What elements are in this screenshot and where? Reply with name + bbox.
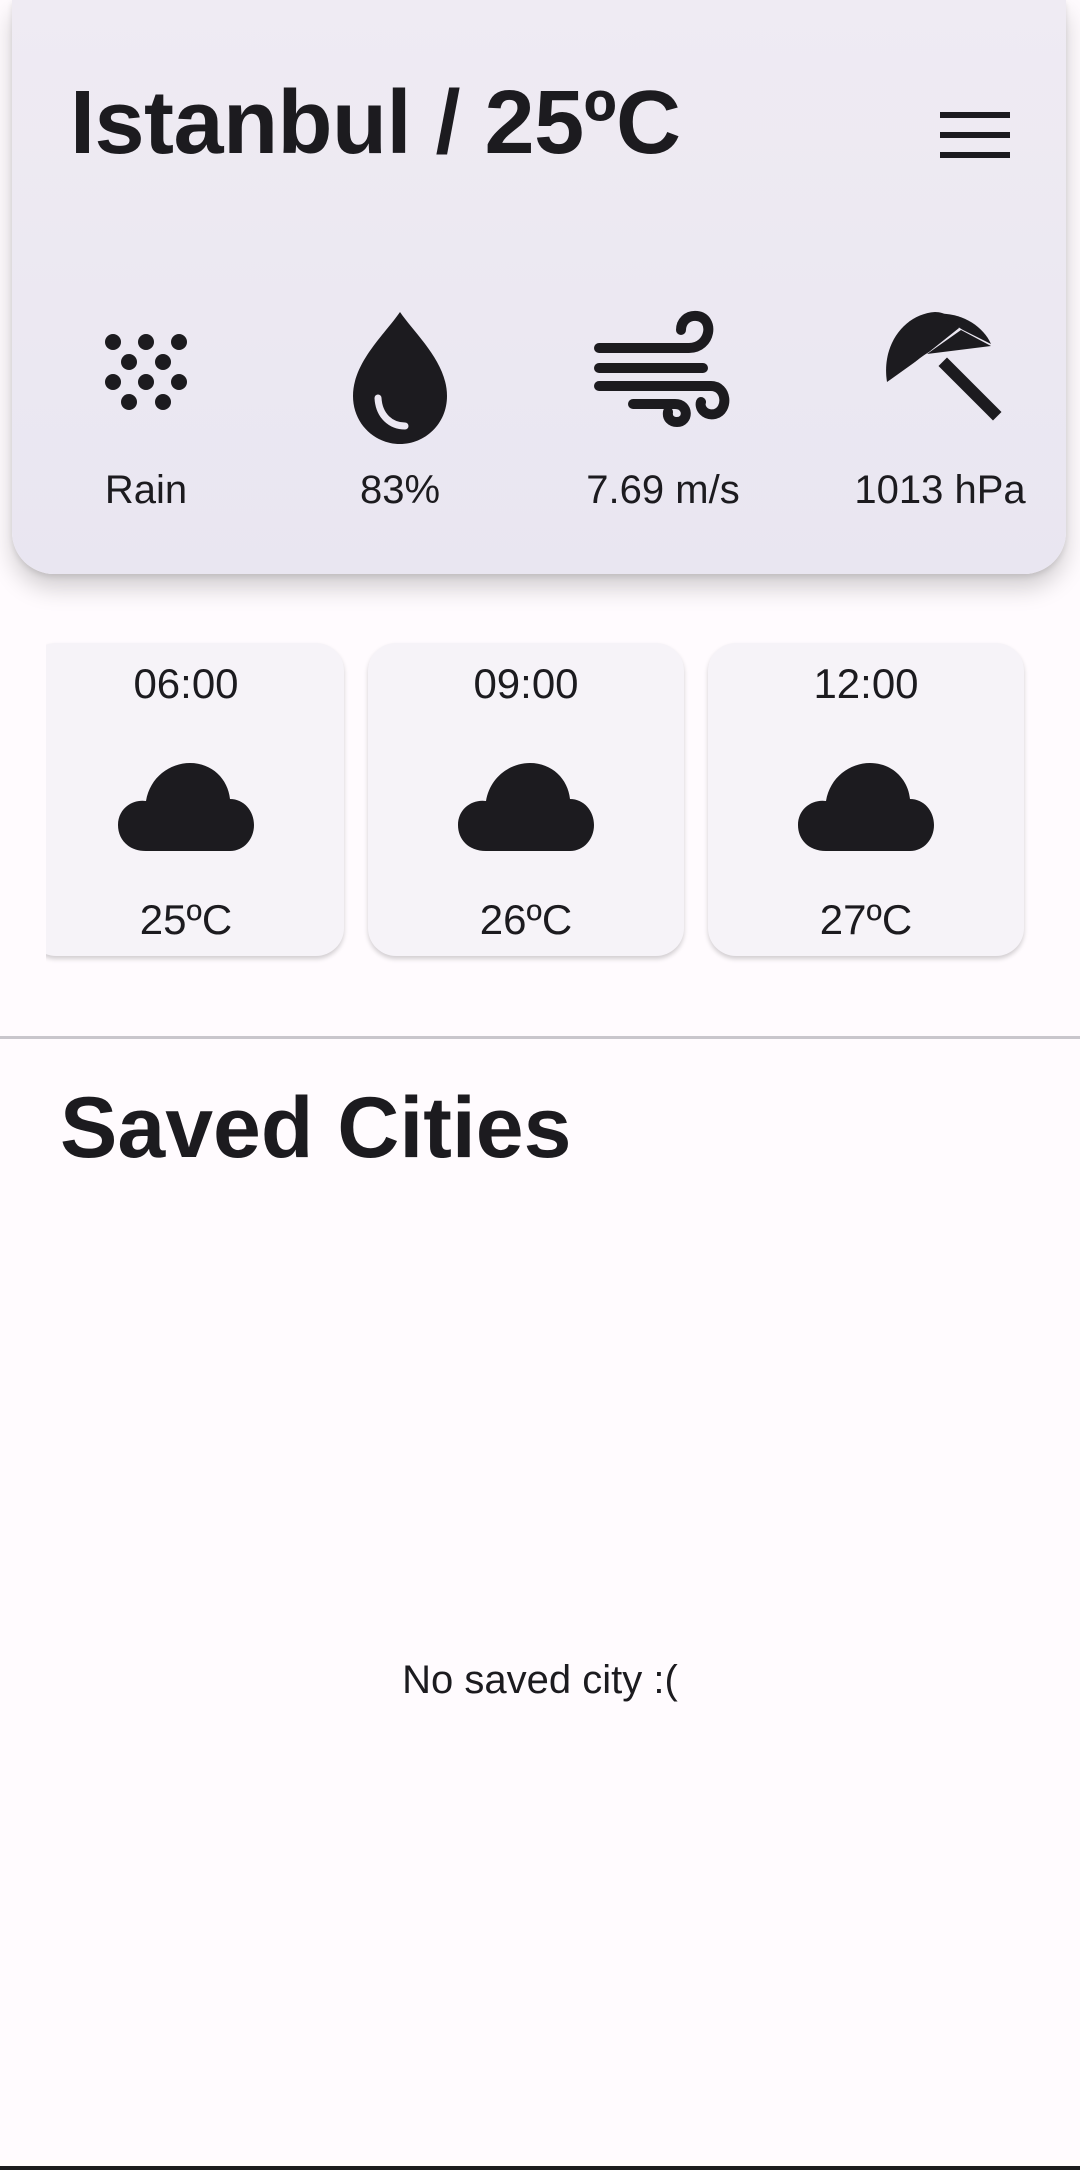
wind-icon xyxy=(594,310,730,428)
hour-temp: 25ºC xyxy=(139,896,233,943)
hour-time: 06:00 xyxy=(133,660,239,707)
condition-label: Rain xyxy=(104,468,188,512)
rain-dots-icon xyxy=(105,334,187,410)
section-divider xyxy=(0,1036,1080,1039)
hour-temp: 26ºC xyxy=(479,896,573,943)
saved-cities-title: Saved Cities xyxy=(60,1080,572,1176)
stat-humidity: 83% xyxy=(280,310,520,530)
stat-wind: 7.69 m/s xyxy=(543,310,783,530)
hourly-forecast-list[interactable]: 06:00 25ºC 09:00 26ºC 12:00 27ºC xyxy=(0,643,1080,963)
menu-icon xyxy=(940,112,1010,158)
current-weather-card: Istanbul / 25ºC Rain 83% 7.69 m/s 1013 h… xyxy=(12,0,1066,574)
water-drop-icon xyxy=(353,312,447,444)
weather-stats: Rain 83% 7.69 m/s 1013 hPa xyxy=(12,310,1080,530)
hour-temp: 27ºC xyxy=(819,896,913,943)
stat-condition: Rain xyxy=(26,310,266,530)
menu-button[interactable] xyxy=(930,100,1020,170)
weather-screen: Istanbul / 25ºC Rain 83% 7.69 m/s 1013 h… xyxy=(0,0,1080,2170)
cloud-icon xyxy=(458,763,594,851)
hourly-card[interactable]: 12:00 27ºC xyxy=(708,643,1024,956)
wind-label: 7.69 m/s xyxy=(586,468,740,512)
cloud-icon xyxy=(798,763,934,851)
humidity-label: 83% xyxy=(359,468,441,512)
hour-time: 09:00 xyxy=(473,660,579,707)
hour-time: 12:00 xyxy=(813,660,919,707)
pressure-label: 1013 hPa xyxy=(854,468,1026,512)
hourly-card[interactable]: 06:00 25ºC xyxy=(46,643,344,956)
bottom-edge xyxy=(0,2166,1080,2170)
cloud-icon xyxy=(118,763,254,851)
city-title: Istanbul / 25ºC xyxy=(70,73,681,173)
umbrella-icon xyxy=(886,312,1002,421)
hourly-card[interactable]: 09:00 26ºC xyxy=(368,643,684,956)
stat-pressure: 1013 hPa xyxy=(820,310,1060,530)
empty-state-text: No saved city :( xyxy=(402,1658,678,1702)
